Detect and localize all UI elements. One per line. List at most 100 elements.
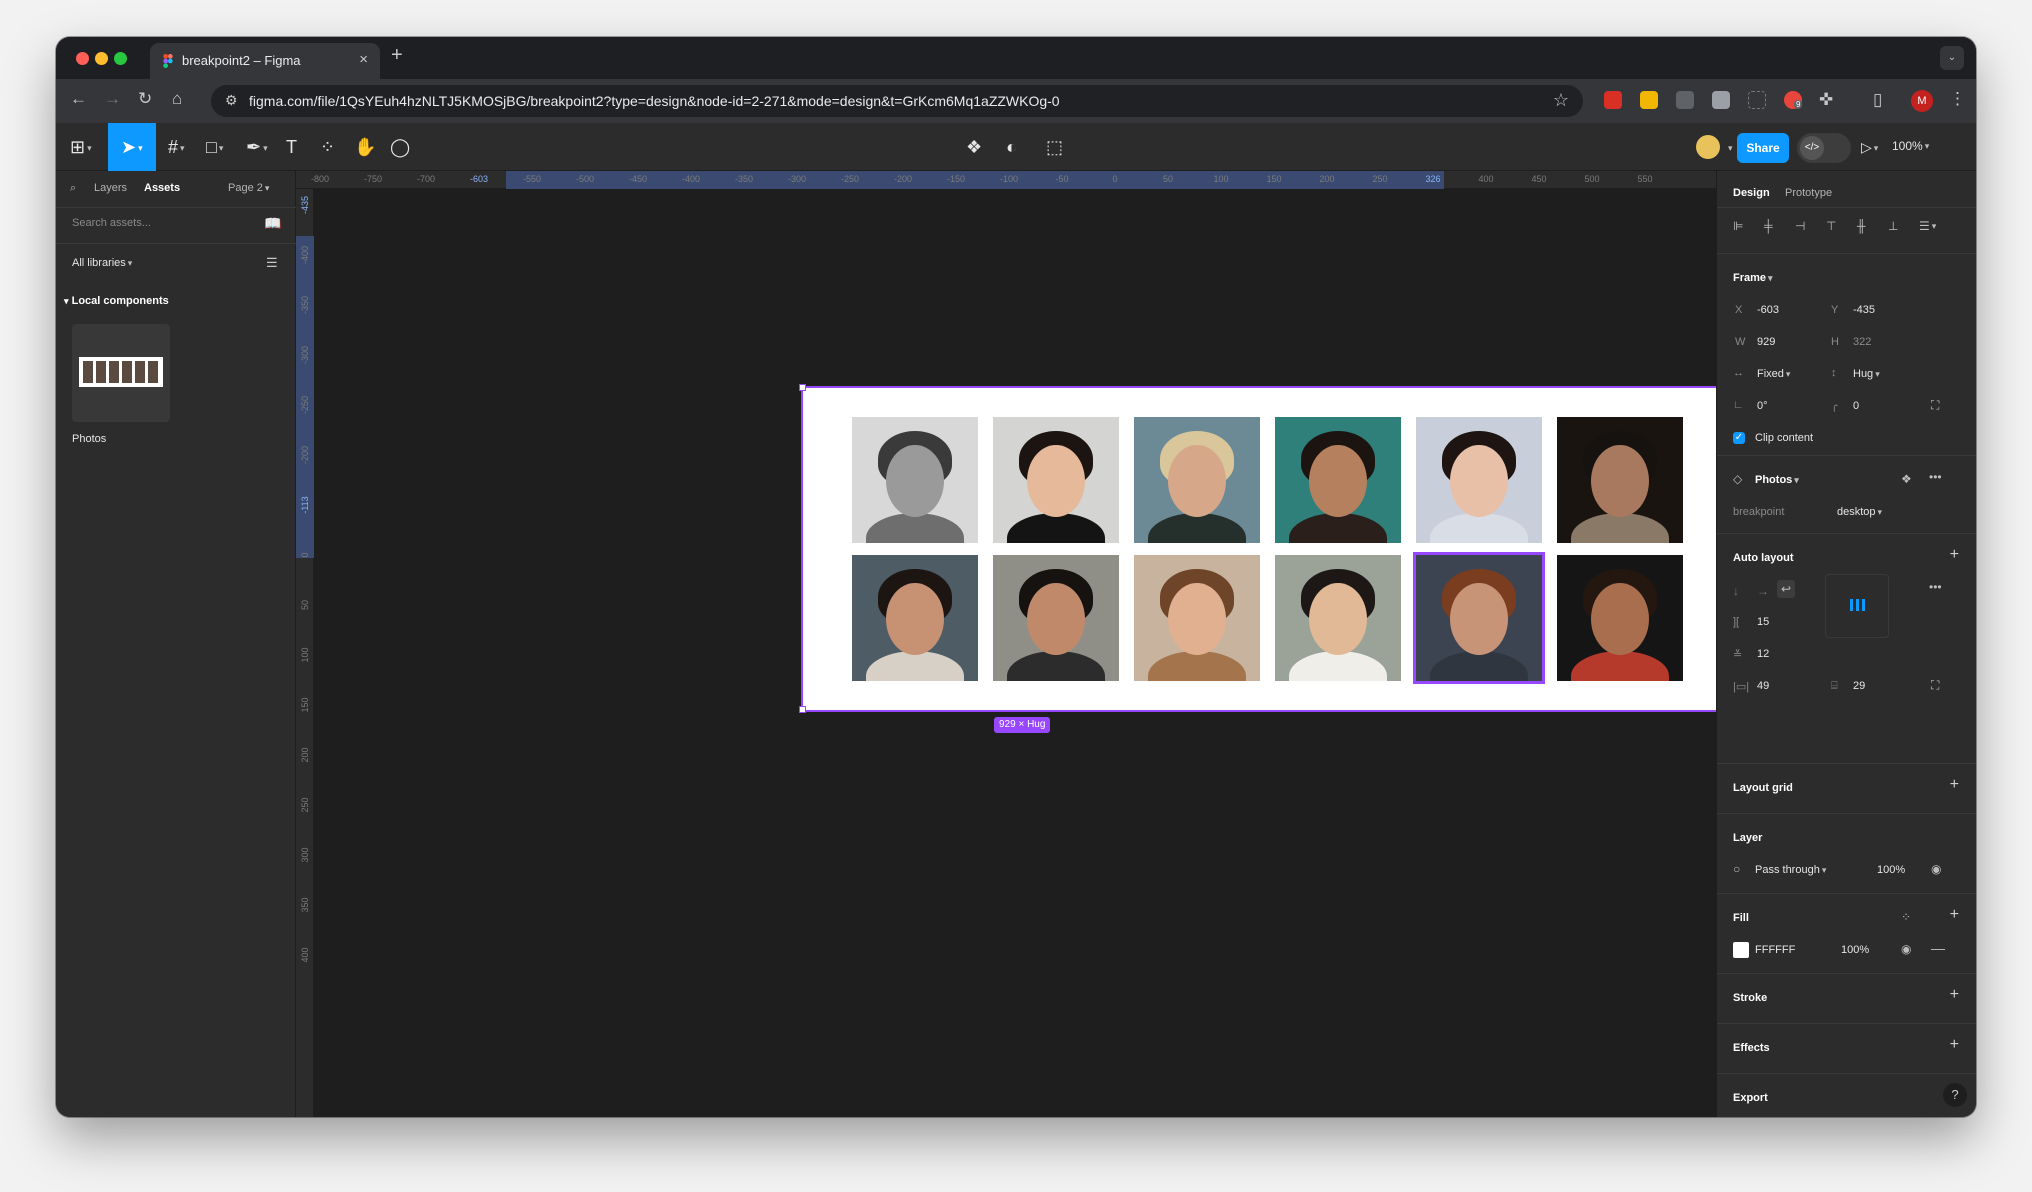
- collaborator-dropdown-icon[interactable]: ▾: [1728, 143, 1733, 154]
- browser-tab[interactable]: breakpoint2 – Figma ×: [150, 43, 380, 79]
- tab-assets[interactable]: Assets: [144, 182, 180, 194]
- align-top-icon[interactable]: ⊤: [1826, 219, 1836, 233]
- radius-input[interactable]: 0: [1853, 400, 1859, 412]
- horizontal-padding-input[interactable]: 49: [1757, 680, 1769, 692]
- resize-handle-bl[interactable]: [799, 706, 806, 713]
- portrait-photo[interactable]: [1275, 555, 1401, 681]
- portrait-photo[interactable]: [1416, 417, 1542, 543]
- blend-mode-dropdown[interactable]: Pass through ▾: [1755, 864, 1826, 876]
- pen-tool-icon[interactable]: ✒ ▾: [246, 135, 268, 159]
- portrait-photo[interactable]: [852, 555, 978, 681]
- layer-visibility-eye-icon[interactable]: ◉: [1931, 862, 1941, 876]
- independent-padding-icon[interactable]: ⛶: [1931, 678, 1939, 693]
- reload-icon[interactable]: ↻: [138, 89, 152, 109]
- add-effect-icon[interactable]: +: [1950, 1036, 1959, 1054]
- vertical-padding-input[interactable]: 29: [1853, 680, 1865, 692]
- photos-frame[interactable]: [801, 386, 1735, 712]
- address-bar[interactable]: ⚙ figma.com/file/1QsYEuh4hzNLTJ5KMOSjBG/…: [211, 85, 1583, 117]
- list-view-icon[interactable]: ☰: [266, 255, 278, 271]
- minimize-window-button[interactable]: [95, 52, 108, 65]
- align-right-icon[interactable]: ⊣: [1795, 219, 1805, 233]
- direction-horizontal-icon[interactable]: →: [1757, 584, 1769, 598]
- extension-1-icon[interactable]: [1604, 91, 1622, 109]
- extension-badge-icon[interactable]: 9: [1784, 91, 1803, 109]
- move-tool-button[interactable]: ➤ ▾: [108, 123, 156, 171]
- y-input[interactable]: -435: [1853, 304, 1875, 316]
- independent-corners-icon[interactable]: ⛶: [1931, 398, 1939, 413]
- resize-handle-tl[interactable]: [799, 384, 806, 391]
- go-to-main-component-icon[interactable]: ❖: [1901, 472, 1912, 486]
- portrait-photo[interactable]: [1134, 417, 1260, 543]
- dev-mode-toggle[interactable]: </>: [1797, 133, 1851, 163]
- tab-layers[interactable]: Layers: [94, 182, 127, 194]
- zoom-level[interactable]: 100% ▾: [1892, 139, 1929, 153]
- url-text[interactable]: figma.com/file/1QsYEuh4hzNLTJ5KMOSjBG/br…: [249, 93, 1060, 109]
- h-input[interactable]: 322: [1853, 336, 1871, 348]
- align-bottom-icon[interactable]: ⊥: [1888, 219, 1898, 233]
- portrait-photo[interactable]: [852, 417, 978, 543]
- tab-design[interactable]: Design: [1733, 187, 1770, 199]
- portrait-photo[interactable]: [1275, 417, 1401, 543]
- fill-opacity-input[interactable]: 100%: [1841, 944, 1869, 956]
- layer-opacity-input[interactable]: 100%: [1877, 864, 1905, 876]
- browser-menu-icon[interactable]: ⋮: [1949, 89, 1966, 109]
- direction-wrap-icon[interactable]: ↩: [1777, 580, 1796, 598]
- portrait-photo[interactable]: [993, 555, 1119, 681]
- fill-hex-input[interactable]: FFFFFF: [1755, 944, 1795, 956]
- variant-property-dropdown[interactable]: desktop ▾: [1837, 506, 1882, 518]
- add-stroke-icon[interactable]: +: [1950, 986, 1959, 1004]
- alignment-grid[interactable]: [1825, 574, 1889, 638]
- home-icon[interactable]: ⌂: [172, 89, 182, 109]
- resources-tool-icon[interactable]: ⁘: [320, 135, 335, 159]
- direction-vertical-icon[interactable]: ↓: [1733, 584, 1739, 598]
- back-icon[interactable]: ←: [70, 89, 87, 109]
- fill-color-swatch[interactable]: [1733, 942, 1749, 958]
- bookmark-star-icon[interactable]: ☆: [1553, 90, 1569, 111]
- extension-camera-icon[interactable]: [1676, 91, 1694, 109]
- search-layers-icon[interactable]: ⌕: [70, 182, 76, 195]
- distribute-icon[interactable]: ☰ ▾: [1919, 219, 1936, 233]
- remove-fill-icon[interactable]: —: [1931, 940, 1945, 956]
- maximize-window-button[interactable]: [114, 52, 127, 65]
- component-title[interactable]: Photos ▾: [1755, 474, 1799, 486]
- add-layout-grid-icon[interactable]: +: [1950, 776, 1959, 794]
- new-tab-icon[interactable]: +: [391, 44, 403, 67]
- align-left-icon[interactable]: ⊫: [1733, 219, 1743, 233]
- extension-screenshot-icon[interactable]: [1748, 91, 1766, 109]
- width-mode-dropdown[interactable]: Fixed ▾: [1757, 368, 1790, 380]
- share-button[interactable]: Share: [1737, 133, 1789, 163]
- auto-layout-more-icon[interactable]: •••: [1929, 580, 1942, 594]
- local-components-header[interactable]: ▾ Local components: [62, 295, 169, 307]
- vertical-gap-input[interactable]: 12: [1757, 648, 1769, 660]
- shape-tool-icon[interactable]: □ ▾: [206, 135, 223, 159]
- close-window-button[interactable]: [76, 52, 89, 65]
- collaborator-avatar[interactable]: [1696, 135, 1720, 159]
- mask-icon[interactable]: ◐: [1006, 135, 1017, 159]
- portrait-photo[interactable]: [1134, 555, 1260, 681]
- close-tab-icon[interactable]: ×: [359, 51, 368, 68]
- fill-styles-icon[interactable]: ⁘: [1901, 910, 1911, 924]
- frame-tool-icon[interactable]: # ▾: [168, 135, 185, 159]
- portrait-photo[interactable]: [993, 417, 1119, 543]
- text-tool-icon[interactable]: T: [286, 135, 297, 159]
- hand-tool-icon[interactable]: ✋: [354, 135, 376, 159]
- site-settings-icon[interactable]: ⚙: [225, 92, 238, 109]
- add-auto-layout-icon[interactable]: +: [1950, 546, 1959, 564]
- crop-icon[interactable]: ⬚: [1046, 135, 1063, 159]
- x-input[interactable]: -603: [1757, 304, 1779, 316]
- portrait-photo[interactable]: [1557, 417, 1683, 543]
- clip-content-checkbox[interactable]: ✓: [1733, 432, 1745, 444]
- side-panel-icon[interactable]: ▯: [1873, 90, 1882, 110]
- tab-search-icon[interactable]: ⌄: [1940, 46, 1964, 70]
- extension-3-icon[interactable]: [1712, 91, 1730, 109]
- rotation-input[interactable]: 0°: [1757, 400, 1768, 412]
- extension-2-icon[interactable]: [1640, 91, 1658, 109]
- portrait-photo[interactable]: [1413, 552, 1545, 684]
- gap-input[interactable]: 15: [1757, 616, 1769, 628]
- canvas[interactable]: 929 × Hug: [314, 189, 1736, 1117]
- extensions-puzzle-icon[interactable]: ✜: [1819, 90, 1833, 110]
- library-book-icon[interactable]: 📖: [264, 215, 281, 232]
- height-mode-dropdown[interactable]: Hug ▾: [1853, 368, 1880, 380]
- component-thumbnail[interactable]: [72, 324, 170, 422]
- forward-icon[interactable]: →: [104, 89, 121, 109]
